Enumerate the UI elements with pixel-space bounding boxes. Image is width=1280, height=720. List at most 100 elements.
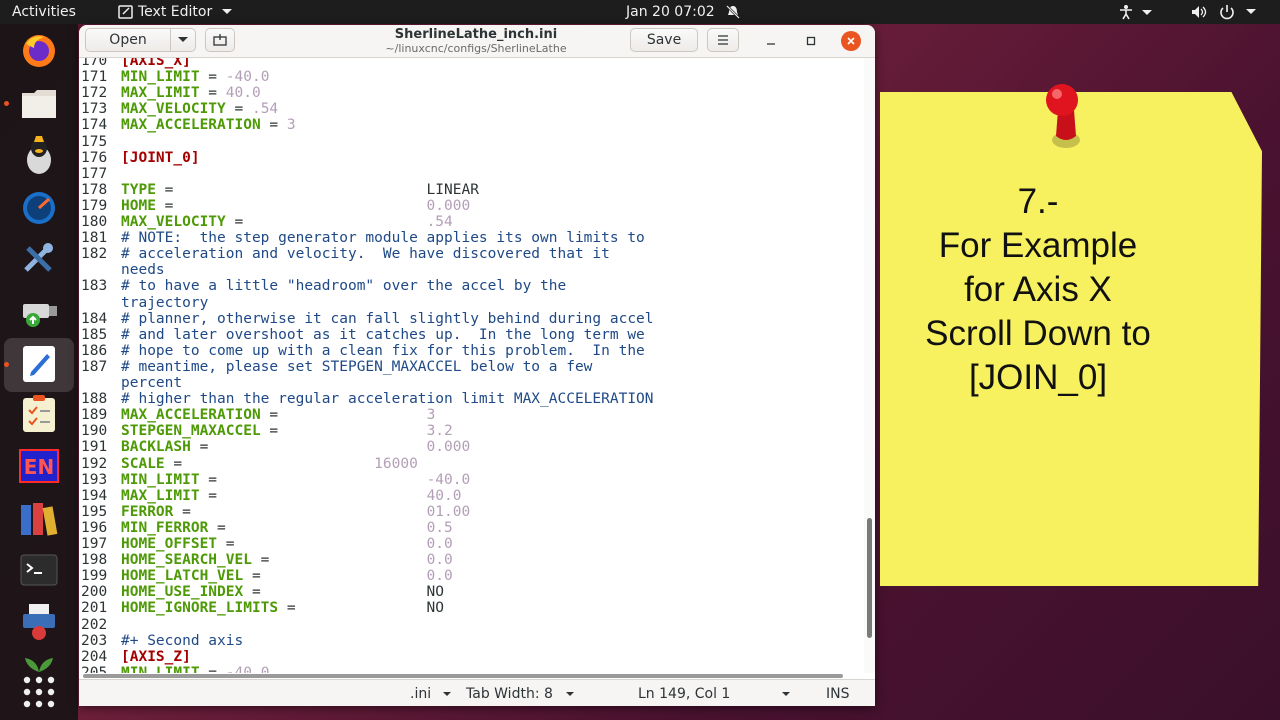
top-bar: Activities Text Editor Jan 20 07:02 <box>0 0 1280 24</box>
code-token: = <box>199 85 226 102</box>
code-line: 171 MIN_LIMIT = -40.0 <box>81 69 269 85</box>
activities-button[interactable]: Activities <box>12 0 76 24</box>
code-token: = <box>208 519 427 536</box>
language-label: .ini <box>410 686 432 702</box>
code-token: MIN_LIMIT <box>121 69 200 86</box>
code-line: 176 [JOINT_0] <box>81 150 200 166</box>
line-number: 197 <box>81 536 108 552</box>
open-button[interactable]: Open <box>85 28 171 52</box>
chevron-down-icon <box>442 692 451 696</box>
code-token: MIN_LIMIT <box>121 664 200 673</box>
line-number: 187 <box>81 358 108 375</box>
line-number: 178 <box>81 181 108 198</box>
tasks-icon[interactable] <box>17 392 61 436</box>
note-line: 7.- <box>1017 182 1059 221</box>
code-token: 0.0 <box>426 552 453 569</box>
code-token: = <box>199 471 427 488</box>
code-line: 179 HOME = 0.000 <box>81 198 470 214</box>
code-token: 3.2 <box>426 423 453 440</box>
app-menu[interactable]: Text Editor <box>118 0 233 24</box>
chevron-down-icon <box>178 37 188 42</box>
code-token: = <box>217 536 427 552</box>
terminal-icon[interactable] <box>17 548 61 592</box>
text-editor-dock-icon[interactable] <box>17 342 61 386</box>
usb-creator-icon[interactable] <box>17 289 61 333</box>
code-token: BACKLASH <box>121 439 191 456</box>
tab-width-label: Tab Width: 8 <box>466 686 553 702</box>
line-number: 175 <box>81 133 108 150</box>
close-button[interactable] <box>841 31 861 51</box>
code-line: trajectory <box>81 295 208 311</box>
code-line: 177 <box>81 166 121 182</box>
code-line: 204 [AXIS_Z] <box>81 649 191 665</box>
app-menu-label: Text Editor <box>138 4 213 20</box>
code-token: = <box>199 664 226 673</box>
printer-icon[interactable] <box>17 600 61 644</box>
vertical-scrollbar[interactable] <box>864 58 875 673</box>
note-text: 7.- For Example for Axis X Scroll Down to [J… <box>880 180 1196 400</box>
line-number: 180 <box>81 214 108 230</box>
binders-icon[interactable] <box>17 496 61 540</box>
maximize-button[interactable] <box>801 31 821 51</box>
tab-width-selector[interactable]: Tab Width: 8 <box>466 685 575 703</box>
input-language-icon[interactable]: EN <box>17 444 61 488</box>
code-line: 198 HOME_SEARCH_VEL = 0.0 <box>81 552 453 568</box>
line-number: 195 <box>81 503 108 520</box>
line-number: 188 <box>81 391 108 408</box>
line-number: 198 <box>81 552 108 569</box>
code-token: = <box>225 101 252 118</box>
language-selector[interactable]: .ini <box>410 685 452 703</box>
code-line: 175 <box>81 134 121 150</box>
accessibility-icon[interactable] <box>1118 0 1154 24</box>
code-line: 193 MIN_LIMIT = -40.0 <box>81 472 470 488</box>
code-token: = <box>278 600 427 617</box>
code-line: 196 MIN_FERROR = 0.5 <box>81 520 453 536</box>
speedometer-icon[interactable] <box>17 186 61 230</box>
code-line: 182 # acceleration and velocity. We have … <box>81 246 610 262</box>
hamburger-icon <box>718 35 728 45</box>
text-view[interactable]: 170 [AXIS_X] 171 MIN_LIMIT = -40.0 172 MAX_LI… <box>79 58 863 673</box>
chevron-down-icon[interactable] <box>781 690 791 698</box>
penguin-icon[interactable] <box>17 134 61 178</box>
file-name: SherlineLathe_inch.ini <box>394 27 558 42</box>
code-line: 189 MAX_ACCELERATION = 3 <box>81 407 435 423</box>
code-line: needs <box>81 262 165 278</box>
code-token: needs <box>121 262 165 279</box>
line-number: 176 <box>81 149 108 166</box>
running-indicator <box>4 101 9 106</box>
insert-mode[interactable]: INS <box>826 685 850 703</box>
code-line: 202 <box>81 617 121 633</box>
vertical-scroll-thumb[interactable] <box>867 518 872 638</box>
code-token: MAX_LIMIT <box>121 85 200 102</box>
code-line: 203 #+ Second axis <box>81 633 243 649</box>
horizontal-scroll-thumb[interactable] <box>83 674 843 678</box>
code-token: NO <box>426 584 445 601</box>
code-token: = <box>243 568 427 585</box>
code-line: 180 MAX_VELOCITY = .54 <box>81 214 453 230</box>
new-tab-button[interactable] <box>205 28 235 52</box>
text-editor-icon <box>118 5 133 19</box>
code-token: HOME <box>121 197 156 214</box>
line-number: 170 <box>81 58 108 69</box>
line-number: 205 <box>81 664 108 673</box>
code-line: 187 # meantime, please set STEPGEN_MAXACC… <box>81 359 592 375</box>
minimize-button[interactable] <box>761 31 781 51</box>
show-apps-icon[interactable] <box>17 670 61 714</box>
line-number: 186 <box>81 342 108 359</box>
code-token: = <box>260 117 287 134</box>
firefox-icon[interactable] <box>17 29 61 73</box>
hamburger-menu-button[interactable] <box>707 28 739 52</box>
save-button[interactable]: Save <box>630 28 698 52</box>
code-line: 186 # hope to come up with a clean fix fo… <box>81 343 645 359</box>
tools-icon[interactable] <box>17 237 61 281</box>
open-menu-button[interactable] <box>170 28 196 52</box>
code-token: 40.0 <box>426 487 462 504</box>
line-number: 203 <box>81 632 108 649</box>
system-menu[interactable] <box>1190 0 1257 24</box>
files-icon[interactable] <box>17 82 61 126</box>
code-token: = <box>173 503 427 520</box>
cursor-position[interactable]: Ln 149, Col 1 <box>638 685 730 703</box>
clock[interactable]: Jan 20 07:02 <box>626 0 741 24</box>
line-number: 204 <box>81 648 108 665</box>
header-bar: Open SherlineLathe_inch.ini ~/linuxcnc/c… <box>79 25 875 58</box>
